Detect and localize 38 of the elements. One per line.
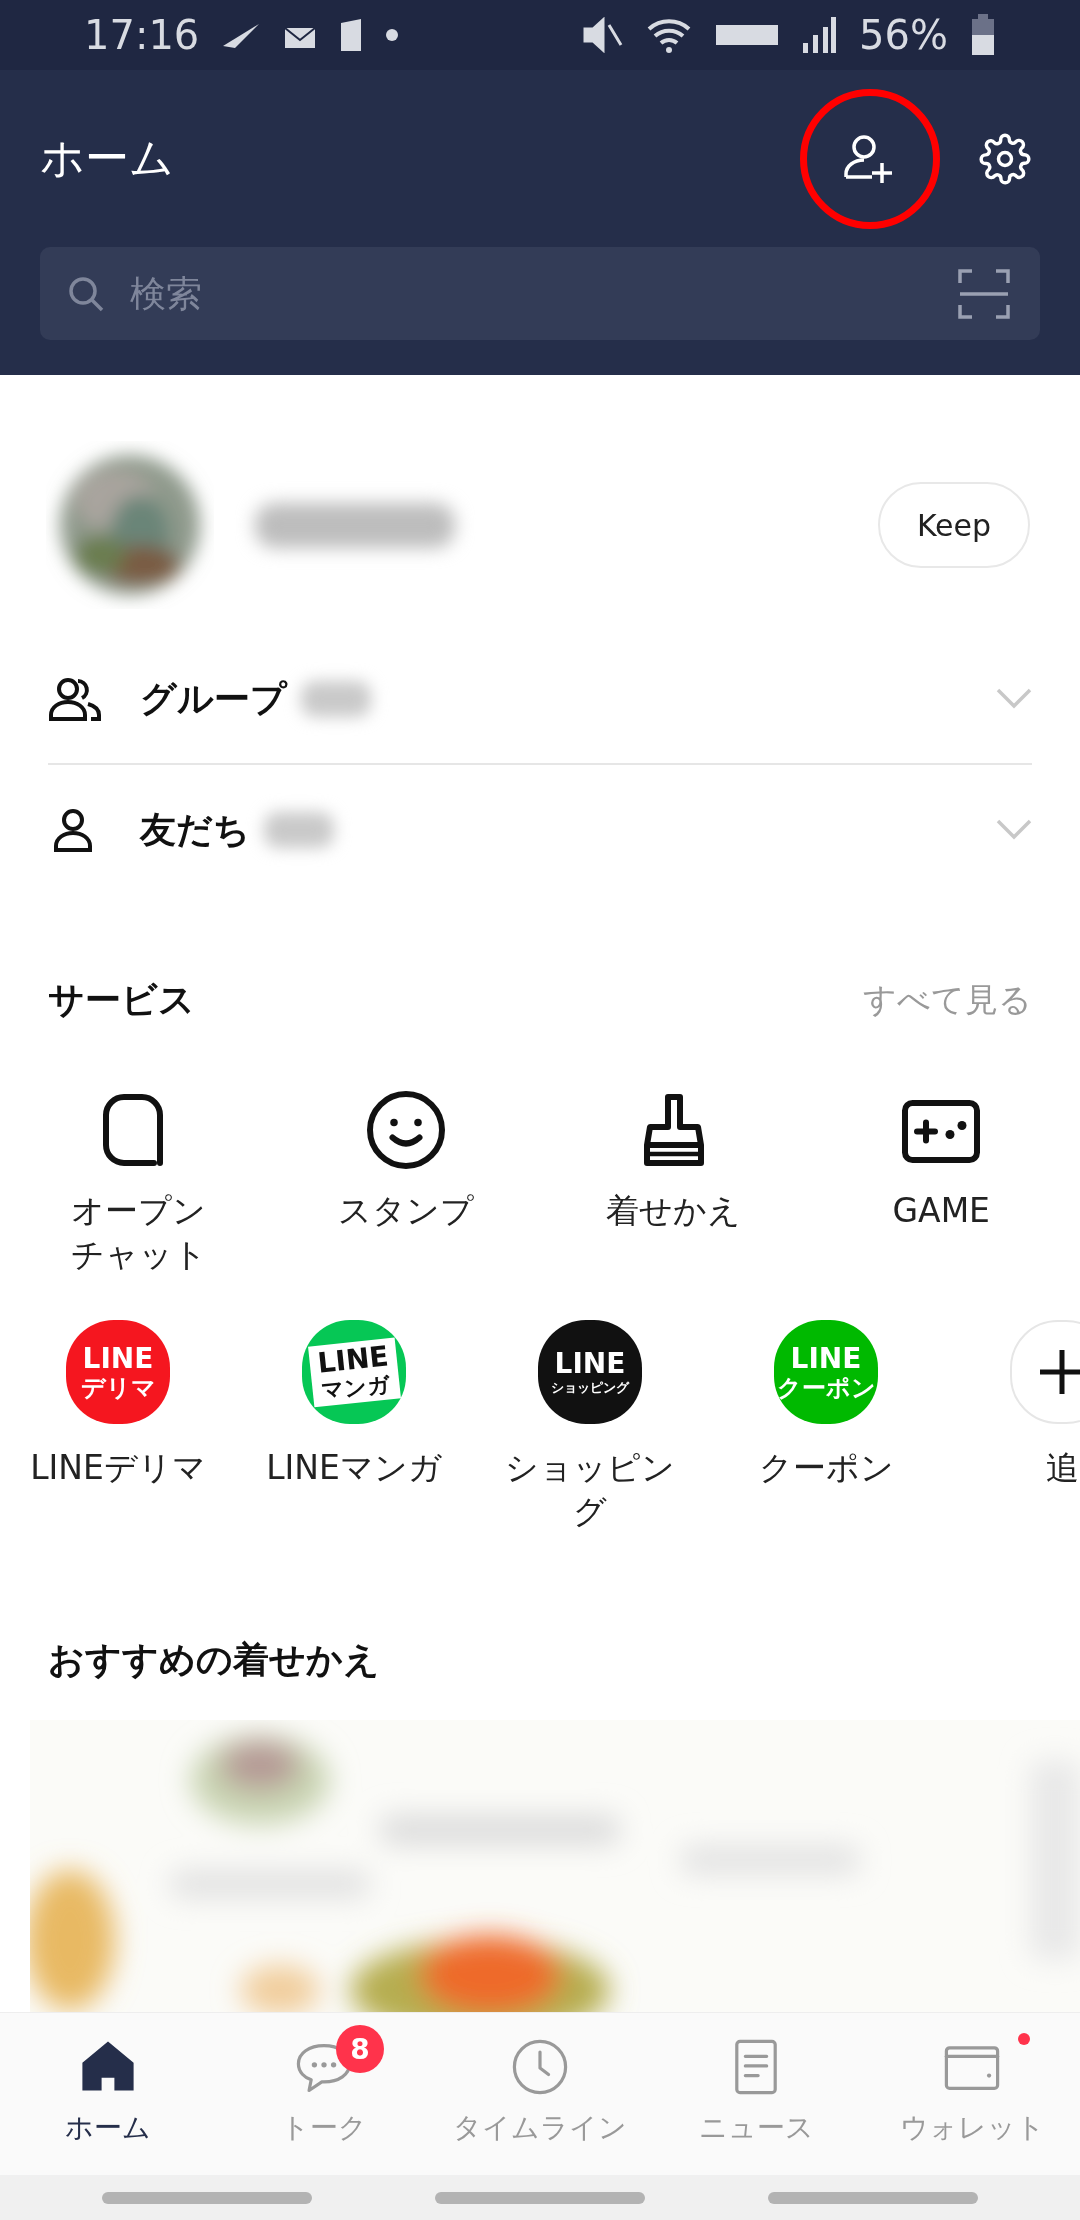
add-friend-button[interactable] [800,88,940,229]
unread-badge: 8 [336,2025,384,2073]
section-title: おすすめの着せかえ [48,1637,380,1682]
app-item[interactable]: 追 [944,1320,1080,1550]
list-header[interactable]: グループ [48,635,1032,765]
keep-button[interactable]: Keep [878,482,1030,568]
dot-icon [385,28,400,42]
battery-percentage: 56% [859,12,948,58]
battery-icon [970,13,996,57]
service-item[interactable]: 着せかえ [540,1085,808,1315]
list-title: グループ [140,676,287,721]
app-item[interactable]: LINE ショッピング ショッピング [472,1320,708,1550]
signal-icon [801,15,838,55]
service-item[interactable]: オープンチャット [5,1085,273,1315]
app-item[interactable]: LINE マンガ LINEマンガ [236,1320,472,1550]
app-notification-icon [339,17,364,53]
nav-tab[interactable]: ホーム [0,2013,216,2175]
app-item[interactable]: LINE デリマ LINEデリマ [0,1320,236,1550]
list-header[interactable]: 友だち [48,765,1032,895]
nav-tab[interactable]: トーク 8 [216,2013,432,2175]
service-item[interactable]: スタンプ [272,1085,540,1315]
page-title: ホーム [40,131,174,185]
group-icon [48,676,102,722]
list-title: 友だち [140,807,250,852]
app-logo: LINE デリマ [66,1320,170,1424]
section-title: サービス [48,977,195,1022]
blurred-count [264,812,334,848]
status-time: 17:16 [84,12,200,58]
app-logo: LINE クーポン [774,1320,878,1424]
service-item[interactable]: GAME [807,1085,1075,1315]
search-field[interactable]: 検索 [40,247,1040,340]
scan-icon[interactable] [958,268,1010,319]
app-item[interactable]: LINE クーポン クーポン [708,1320,944,1550]
mute-icon [583,17,624,53]
app-logo: LINE マンガ [302,1320,406,1424]
blurred-count [301,681,371,717]
settings-icon [979,132,1031,185]
app-logo: LINE ショッピング [538,1320,642,1424]
